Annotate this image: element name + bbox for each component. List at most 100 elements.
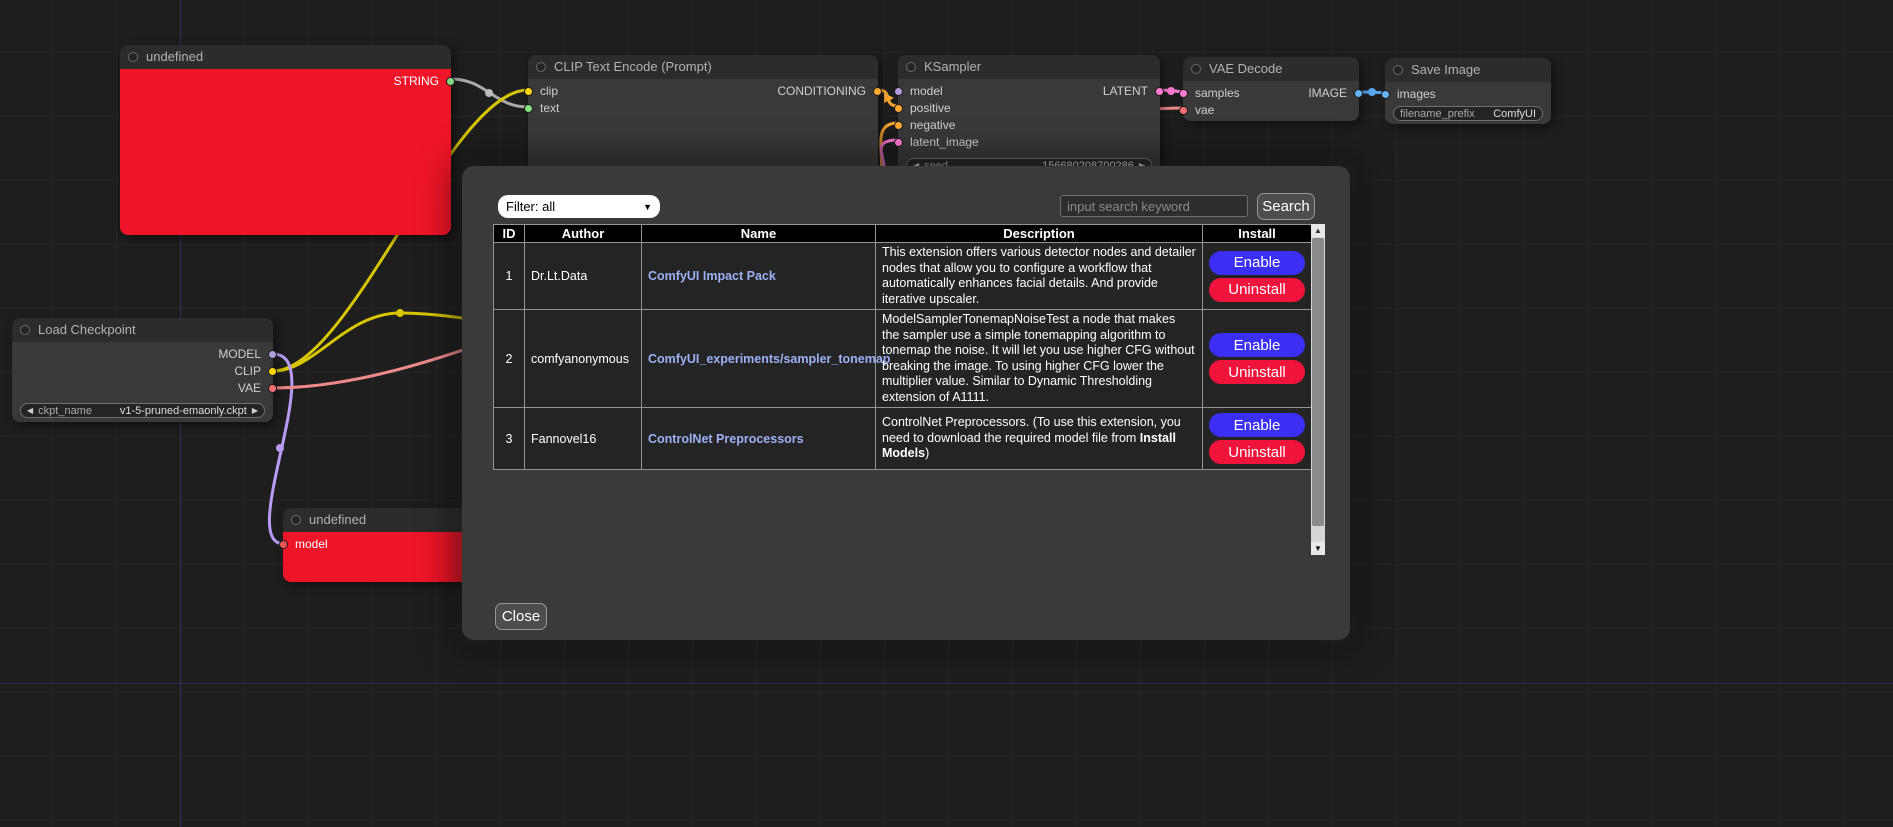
output-label-string: STRING xyxy=(394,73,439,90)
collapse-dot[interactable] xyxy=(128,52,138,62)
scroll-down-icon[interactable]: ▼ xyxy=(1311,542,1325,555)
output-label-image: IMAGE xyxy=(1308,85,1347,102)
search-button[interactable]: Search xyxy=(1257,193,1315,220)
wire-latent-midpoint xyxy=(1167,87,1175,95)
cell-name: ControlNet Preprocessors xyxy=(642,408,876,470)
enable-button[interactable]: Enable xyxy=(1209,333,1305,357)
ckpt-name-widget[interactable]: ◀ ckpt_name v1-5-pruned-emaonly.ckpt ▶ xyxy=(20,403,265,418)
node-body: STRING xyxy=(120,69,451,235)
input-slot-clip[interactable] xyxy=(524,87,533,96)
output-slot-clip[interactable] xyxy=(268,367,277,376)
cell-description: ControlNet Preprocessors. (To use this e… xyxy=(876,408,1203,470)
comfyui-canvas[interactable]: undefined STRING CLIP Text Encode (Promp… xyxy=(0,0,1893,827)
cell-id: 3 xyxy=(494,408,525,470)
collapse-dot[interactable] xyxy=(291,515,301,525)
collapse-dot[interactable] xyxy=(906,62,916,72)
input-slot-positive[interactable] xyxy=(894,104,903,113)
cell-author: comfyanonymous xyxy=(525,310,642,408)
collapse-dot[interactable] xyxy=(20,325,30,335)
cell-author: Dr.Lt.Data xyxy=(525,243,642,310)
wire-image-midpoint xyxy=(1368,88,1376,96)
node-title-bar[interactable]: Load Checkpoint xyxy=(12,318,273,342)
node-save-image[interactable]: Save Image images filename_prefix ComfyU… xyxy=(1385,58,1551,124)
cell-name: ComfyUI_experiments/sampler_tonemap xyxy=(642,310,876,408)
output-slot-vae[interactable] xyxy=(268,384,277,393)
extension-table-container: ID Author Name Description Install 1 Dr.… xyxy=(493,224,1325,555)
uninstall-button[interactable]: Uninstall xyxy=(1209,440,1305,464)
output-slot-string[interactable] xyxy=(446,77,455,86)
node-title-bar[interactable]: undefined xyxy=(120,45,451,69)
input-slot-vae[interactable] xyxy=(1179,106,1188,115)
search-input[interactable] xyxy=(1060,195,1248,217)
description-text: ModelSamplerTonemapNoiseTest a node that… xyxy=(882,312,1195,404)
extension-link[interactable]: ComfyUI_experiments/sampler_tonemap xyxy=(648,352,890,366)
collapse-dot[interactable] xyxy=(1393,65,1403,75)
enable-button[interactable]: Enable xyxy=(1209,251,1305,275)
output-label-clip: CLIP xyxy=(234,363,261,380)
input-label-latent-image: latent_image xyxy=(910,134,979,151)
table-scrollbar[interactable]: ▲ ▼ xyxy=(1311,224,1325,555)
extension-link[interactable]: ControlNet Preprocessors xyxy=(648,432,804,446)
node-title-text: CLIP Text Encode (Prompt) xyxy=(554,59,712,74)
node-title-bar[interactable]: Save Image xyxy=(1385,58,1551,82)
header-id: ID xyxy=(494,225,525,243)
input-label-images: images xyxy=(1397,86,1436,103)
collapse-dot[interactable] xyxy=(1191,64,1201,74)
input-label-vae: vae xyxy=(1195,102,1214,119)
wire-clip-midpoint xyxy=(396,309,404,317)
node-title-bar[interactable]: VAE Decode xyxy=(1183,57,1359,81)
extension-table: ID Author Name Description Install 1 Dr.… xyxy=(493,224,1312,470)
input-slot-images[interactable] xyxy=(1381,90,1390,99)
input-slot-negative[interactable] xyxy=(894,121,903,130)
dropdown-caret-icon: ▼ xyxy=(643,202,652,212)
header-name: Name xyxy=(642,225,876,243)
next-arrow-icon[interactable]: ▶ xyxy=(252,406,258,415)
node-load-checkpoint[interactable]: Load Checkpoint MODEL CLIP VAE ◀ ckpt_na… xyxy=(12,318,273,422)
input-slot-samples[interactable] xyxy=(1179,89,1188,98)
previous-arrow-icon[interactable]: ◀ xyxy=(27,406,33,415)
node-title-bar[interactable]: CLIP Text Encode (Prompt) xyxy=(528,55,878,79)
input-slot-model[interactable] xyxy=(279,540,288,549)
node-title-text: Save Image xyxy=(1411,62,1480,77)
uninstall-button[interactable]: Uninstall xyxy=(1209,278,1305,302)
node-title-text: VAE Decode xyxy=(1209,61,1282,76)
scrollbar-thumb[interactable] xyxy=(1312,238,1324,526)
description-tail: ) xyxy=(925,446,929,460)
output-slot-image[interactable] xyxy=(1354,89,1363,98)
input-label-negative: negative xyxy=(910,117,955,134)
enable-button[interactable]: Enable xyxy=(1209,413,1305,437)
output-label-conditioning: CONDITIONING xyxy=(777,83,866,100)
cell-description: This extension offers various detector n… xyxy=(876,243,1203,310)
collapse-dot[interactable] xyxy=(536,62,546,72)
input-label-model: model xyxy=(295,536,328,553)
input-slot-model[interactable] xyxy=(894,87,903,96)
filter-dropdown[interactable]: Filter: all ▼ xyxy=(498,195,660,218)
extension-manager-dialog: Filter: all ▼ Search ID Author Name Desc… xyxy=(462,166,1350,640)
output-slot-latent[interactable] xyxy=(1155,87,1164,96)
filename-prefix-label: filename_prefix xyxy=(1400,108,1475,120)
node-title-bar[interactable]: KSampler xyxy=(898,55,1160,79)
node-title-text: KSampler xyxy=(924,59,981,74)
output-slot-conditioning[interactable] xyxy=(873,87,882,96)
cell-id: 2 xyxy=(494,310,525,408)
input-label-model: model xyxy=(910,83,943,100)
extension-link[interactable]: ComfyUI Impact Pack xyxy=(648,269,776,283)
close-button[interactable]: Close xyxy=(495,603,547,630)
input-slot-latent-image[interactable] xyxy=(894,138,903,147)
output-label-latent: LATENT xyxy=(1103,83,1148,100)
output-label-vae: VAE xyxy=(238,380,261,397)
input-label-clip: clip xyxy=(540,83,558,100)
input-slot-text[interactable] xyxy=(524,104,533,113)
node-body: MODEL CLIP VAE ◀ ckpt_name v1-5-pruned-e… xyxy=(12,342,273,422)
node-vae-decode[interactable]: VAE Decode samples IMAGE vae xyxy=(1183,57,1359,121)
description-text: This extension offers various detector n… xyxy=(882,245,1196,306)
wire-string-midpoint xyxy=(485,89,493,97)
uninstall-button[interactable]: Uninstall xyxy=(1209,360,1305,384)
node-title-text: Load Checkpoint xyxy=(38,322,136,337)
filename-prefix-widget[interactable]: filename_prefix ComfyUI xyxy=(1393,106,1543,121)
scroll-up-icon[interactable]: ▲ xyxy=(1311,224,1325,237)
wire-model-midpoint xyxy=(276,444,284,452)
filename-prefix-value: ComfyUI xyxy=(1493,108,1536,120)
output-slot-model[interactable] xyxy=(268,350,277,359)
node-undefined-top[interactable]: undefined STRING xyxy=(120,45,451,235)
